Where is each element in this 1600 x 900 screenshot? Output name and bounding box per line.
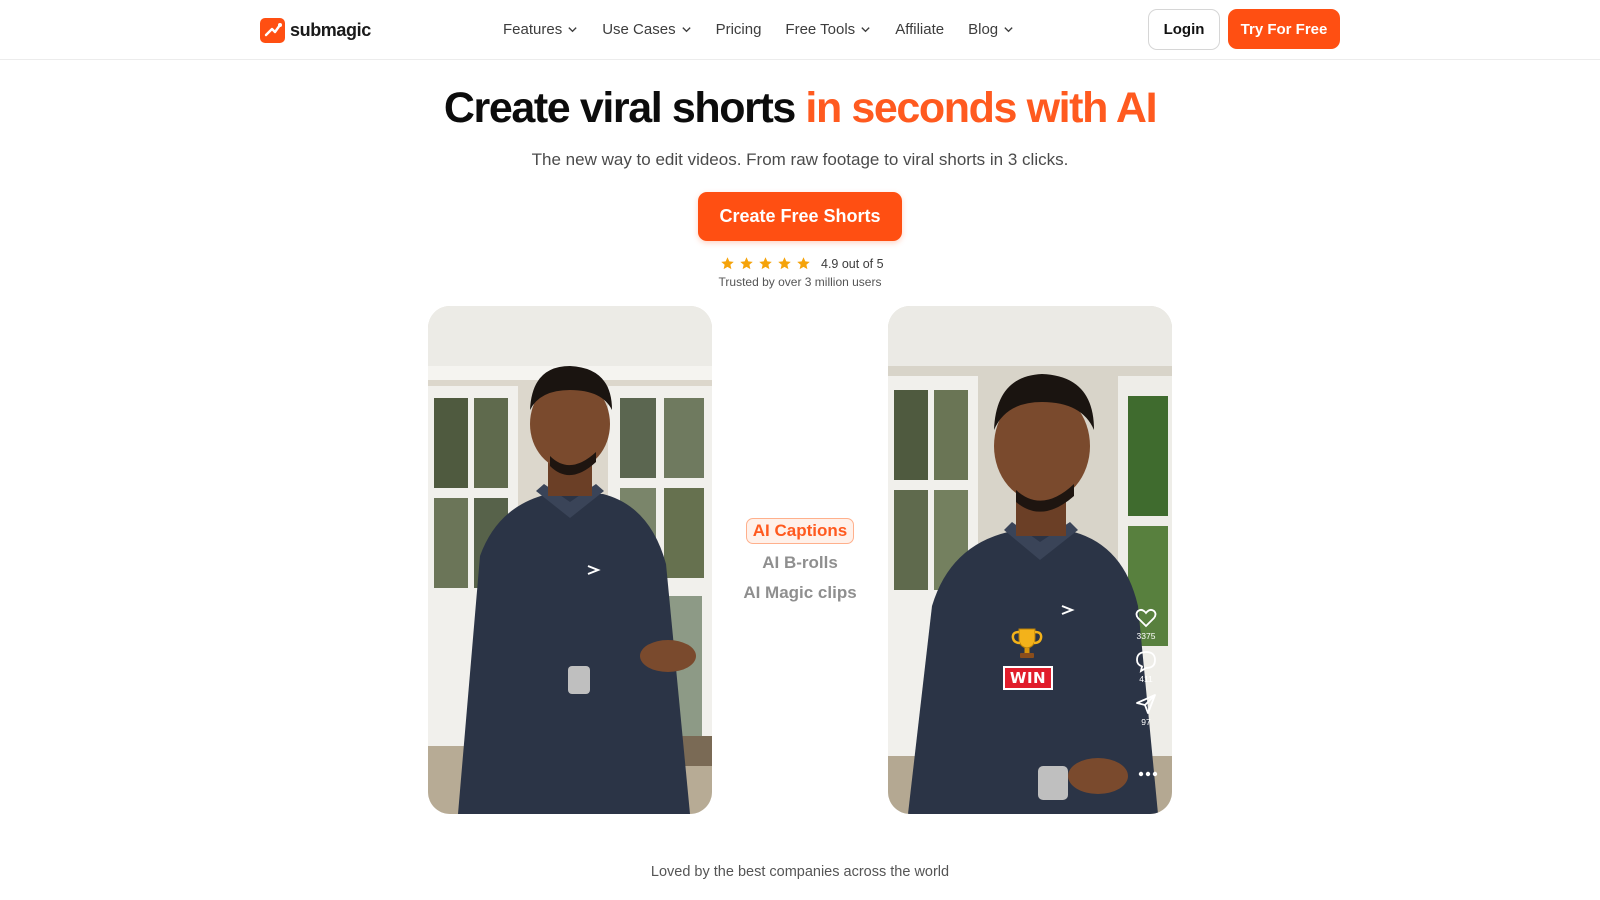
chevron-down-icon: [861, 26, 870, 32]
nav-item-label: Blog: [968, 20, 999, 38]
submagic-logo[interactable]: submagic: [260, 17, 371, 43]
star-icon: [778, 257, 791, 270]
top-navigation: submagic Features Use Cases Pricing Free…: [0, 0, 1600, 60]
nav-item-label: Affiliate: [895, 20, 945, 38]
more-options-icon[interactable]: [1137, 768, 1159, 780]
send-icon: [1136, 694, 1156, 714]
hero-title-main: Create viral shorts: [443, 84, 796, 132]
feature-ai-magic-clips[interactable]: AI Magic clips: [730, 578, 870, 608]
heart-icon: [1135, 608, 1157, 628]
nav-item-features[interactable]: Features: [503, 18, 578, 40]
nav-item-label: Features: [503, 20, 563, 38]
raw-video-preview[interactable]: [428, 306, 712, 814]
edited-video-preview[interactable]: [888, 306, 1172, 814]
nav-item-pricing[interactable]: Pricing: [716, 18, 762, 40]
video-side-actions: 3375 411 97: [1130, 606, 1162, 735]
login-button[interactable]: Login: [1148, 9, 1220, 50]
hero-subtitle: The new way to edit videos. From raw foo…: [531, 150, 1069, 169]
submagic-logo-icon: [260, 17, 285, 43]
main-menu: Features Use Cases Pricing Free Tools Af…: [503, 18, 1014, 40]
trusted-text: Trusted by over 3 million users: [718, 275, 882, 289]
star-icon: [721, 257, 734, 270]
nav-item-label: Use Cases: [602, 20, 676, 38]
share-count: 97: [1141, 717, 1151, 727]
video-scene-illustration: [888, 306, 1172, 814]
nav-item-label: Pricing: [715, 20, 762, 38]
nav-item-free-tools[interactable]: Free Tools: [785, 18, 871, 40]
trophy-icon: [1011, 628, 1043, 658]
chevron-down-icon: [568, 26, 577, 32]
video-scene-illustration: [428, 306, 712, 814]
rating: 4.9 out of 5: [720, 256, 884, 271]
feature-ai-b-rolls[interactable]: AI B-rolls: [730, 548, 870, 578]
create-free-shorts-button[interactable]: Create Free Shorts: [698, 192, 902, 241]
brand-name: submagic: [290, 19, 371, 40]
hero-title: Create viral shorts in seconds with AI: [0, 82, 1600, 134]
loved-by-companies-text: Loved by the best companies across the w…: [650, 864, 950, 880]
like-count: 3375: [1136, 631, 1156, 641]
comment-action[interactable]: 411: [1130, 649, 1162, 684]
share-action[interactable]: 97: [1130, 692, 1162, 727]
like-action[interactable]: 3375: [1130, 606, 1162, 641]
chevron-down-icon: [1004, 26, 1013, 32]
comment-icon: [1136, 651, 1156, 673]
star-icon: [740, 257, 753, 270]
nav-item-use-cases[interactable]: Use Cases: [602, 18, 691, 40]
hero-title-accent: in seconds with AI: [805, 84, 1157, 132]
nav-item-affiliate[interactable]: Affiliate: [895, 18, 944, 40]
star-icon: [797, 257, 810, 270]
feature-list: AI Captions AI B-rolls AI Magic clips: [730, 518, 870, 608]
star-icon: [759, 257, 772, 270]
nav-item-blog[interactable]: Blog: [968, 18, 1014, 40]
try-for-free-button[interactable]: Try For Free: [1228, 9, 1340, 49]
nav-item-label: Free Tools: [785, 20, 856, 38]
feature-ai-captions[interactable]: AI Captions: [745, 518, 855, 544]
caption-word-win: WIN: [1003, 666, 1053, 690]
chevron-down-icon: [681, 26, 691, 32]
comment-count: 411: [1139, 674, 1153, 684]
rating-text: 4.9 out of 5: [821, 256, 884, 271]
